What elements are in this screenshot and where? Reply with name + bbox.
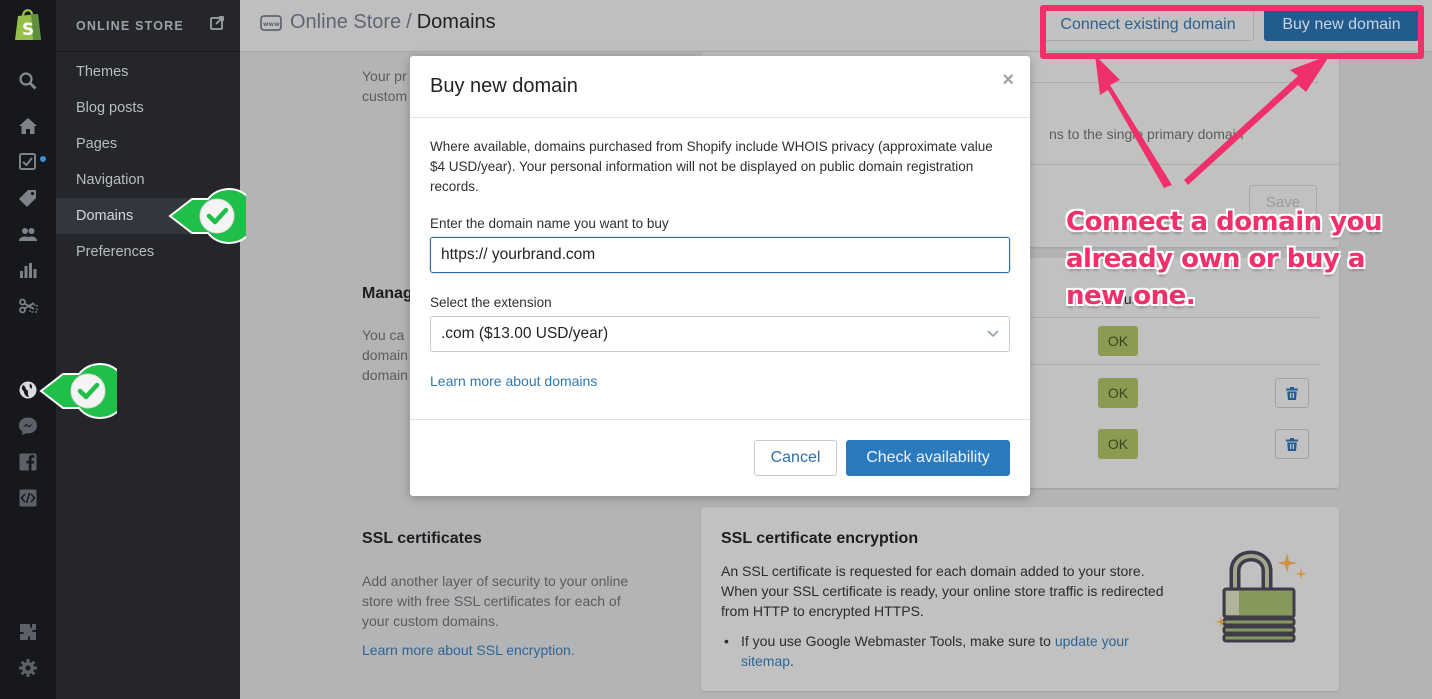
apps-icon[interactable] [16,620,40,644]
annotation-callout-text: Connect a domain you already own or buy … [1066,207,1383,311]
extension-label: Select the extension [430,295,552,310]
modal-header: Buy new domain × [410,56,1030,118]
subnav-item-label: Domains [76,208,134,224]
search-icon[interactable] [16,69,40,93]
discounts-icon[interactable] [16,294,40,318]
check-availability-button[interactable]: Check availability [846,440,1010,476]
domain-name-label: Enter the domain name you want to buy [430,216,669,231]
breadcrumb: www Online Store / Domains [260,11,496,34]
check-marker-icon [168,188,246,244]
subnav-item-label: Themes [76,64,129,80]
manage-domains-description: You ca domain domain [362,325,408,385]
customers-icon[interactable] [16,222,40,246]
shopify-logo[interactable]: S [12,6,44,42]
delete-domain-button[interactable] [1275,429,1309,459]
subnav-item-themes[interactable]: Themes [56,54,240,90]
products-tag-icon[interactable] [16,186,40,210]
subnav-item-label: Navigation [76,172,145,188]
subnav-title: ONLINE STORE [76,18,184,33]
close-icon[interactable]: × [1002,69,1014,92]
subnav-item-label: Pages [76,136,118,152]
ssl-card-title: SSL certificate encryption [721,530,919,547]
modal-title: Buy new domain [430,75,578,97]
annotation-arrows-icon [1095,55,1330,188]
analytics-icon[interactable] [16,258,40,282]
subnav-item-label: Blog posts [76,100,144,116]
online-store-subnav: ONLINE STORE Themes Blog posts Pages Nav… [56,0,240,699]
bullet-dot: • [724,633,729,649]
facebook-icon[interactable] [16,450,40,474]
svg-text:S: S [22,20,34,40]
check-marker-icon [39,363,117,419]
cancel-button[interactable]: Cancel [754,440,837,476]
description-line: domain [362,367,408,383]
description-line: Your pr [362,68,407,84]
subnav-item-label: Preferences [76,244,155,260]
modal-body: Where available, domains purchased from … [410,118,1030,391]
subnav-item-pages[interactable]: Pages [56,126,240,162]
modal-footer: Cancel Check availability [410,419,1030,496]
buy-button-code-icon[interactable] [16,486,40,510]
svg-text:www: www [263,21,280,28]
padlock-illustration-icon [1215,550,1307,643]
subnav-item-blog-posts[interactable]: Blog posts [56,90,240,126]
manage-domains-heading: Manag [362,285,413,302]
ssl-description: Add another layer of security to your on… [362,573,629,629]
orders-icon[interactable] [16,150,40,174]
domain-name-input[interactable] [430,237,1010,273]
ssl-info-card: SSL certificate encryption An SSL certif… [701,507,1339,691]
settings-gear-icon[interactable] [16,656,40,680]
status-badge: OK [1098,326,1138,356]
trash-icon [1286,437,1298,451]
notification-dot [40,156,46,162]
learn-more-domains-link[interactable]: Learn more about domains [430,373,597,389]
description-line: You ca [362,327,405,343]
learn-ssl-link[interactable]: Learn more about SSL encryption. [362,642,575,658]
buy-domain-modal: Buy new domain × Where available, domain… [410,56,1030,496]
bullet-suffix: . [790,653,794,669]
description-line: custom [362,88,408,104]
breadcrumb-separator: / [406,11,412,33]
ssl-card-body: An SSL certificate is requested for each… [721,563,1164,619]
external-link-icon[interactable] [210,16,224,30]
icon-rail: S [0,0,56,699]
breadcrumb-parent[interactable]: Online Store [290,11,401,34]
messenger-icon[interactable] [16,414,40,438]
description-line: domain [362,347,408,363]
extension-select[interactable]: .com ($13.00 USD/year) [430,316,1010,352]
primary-domain-description: Your pr custom [362,66,407,106]
ssl-heading: SSL certificates [362,530,482,547]
bullet-text: If you use Google Webmaster Tools, make … [741,633,1055,649]
chevron-down-icon [987,330,999,338]
whois-privacy-description: Where available, domains purchased from … [430,139,993,194]
delete-domain-button[interactable] [1275,378,1309,408]
page-title: Domains [416,11,496,33]
status-badge: OK [1098,378,1138,408]
www-icon: www [260,14,282,31]
extension-selected-value: .com ($13.00 USD/year) [441,325,609,342]
trash-icon [1286,386,1298,400]
subnav-header: ONLINE STORE [56,0,240,52]
status-badge: OK [1098,429,1138,459]
ssl-card-bullet: • If you use Google Webmaster Tools, make… [721,631,1181,671]
online-store-globe-icon[interactable] [16,378,40,402]
home-icon[interactable] [16,114,40,138]
